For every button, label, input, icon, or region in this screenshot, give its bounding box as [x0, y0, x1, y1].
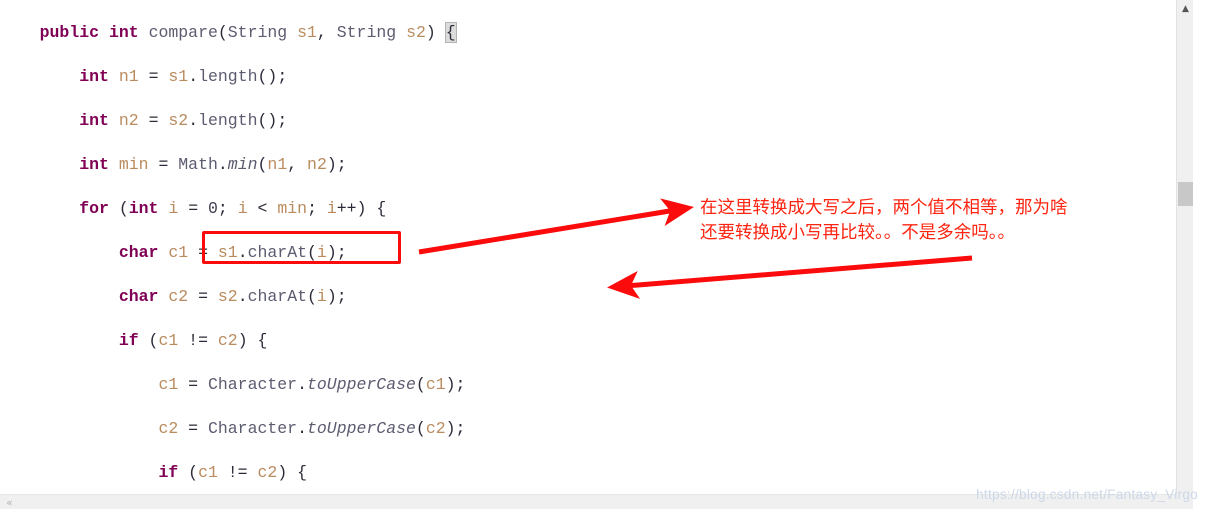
- code-line: c1 = Character.toUpperCase(c1);: [158, 375, 466, 394]
- code-line-boxed: if (c1 != c2) {: [158, 463, 308, 482]
- code-line: public int compare(String s1, String s2)…: [39, 22, 457, 43]
- code-line: c2 = Character.toUpperCase(c2);: [158, 419, 466, 438]
- watermark-text: https://blog.csdn.net/Fantasy_Virgo: [976, 487, 1198, 502]
- annotation-highlight-box: [202, 231, 401, 264]
- scroll-up-arrow-icon[interactable]: ▲: [1177, 0, 1193, 17]
- brace-match-highlight: {: [444, 22, 457, 43]
- code-line: if (c1 != c2) {: [118, 331, 268, 350]
- scroll-left-arrow-icon[interactable]: «: [2, 495, 17, 509]
- vertical-scrollbar[interactable]: ▲ ▼: [1176, 0, 1193, 509]
- code-line: int min = Math.min(n1, n2);: [79, 155, 347, 174]
- code-content[interactable]: public int compare(String s1, String s2)…: [0, 0, 1193, 509]
- annotation-note-text: 在这里转换成大写之后，两个值不相等，那为啥 还要转换成小写再比较。。不是多余吗。…: [700, 198, 1068, 243]
- code-line: char c2 = s2.charAt(i);: [118, 287, 347, 306]
- vertical-scrollbar-thumb[interactable]: [1178, 182, 1193, 206]
- code-line: int n2 = s2.length();: [79, 111, 288, 130]
- code-line: int n1 = s1.length();: [79, 67, 288, 86]
- code-editor-pane[interactable]: public int compare(String s1, String s2)…: [0, 0, 1193, 509]
